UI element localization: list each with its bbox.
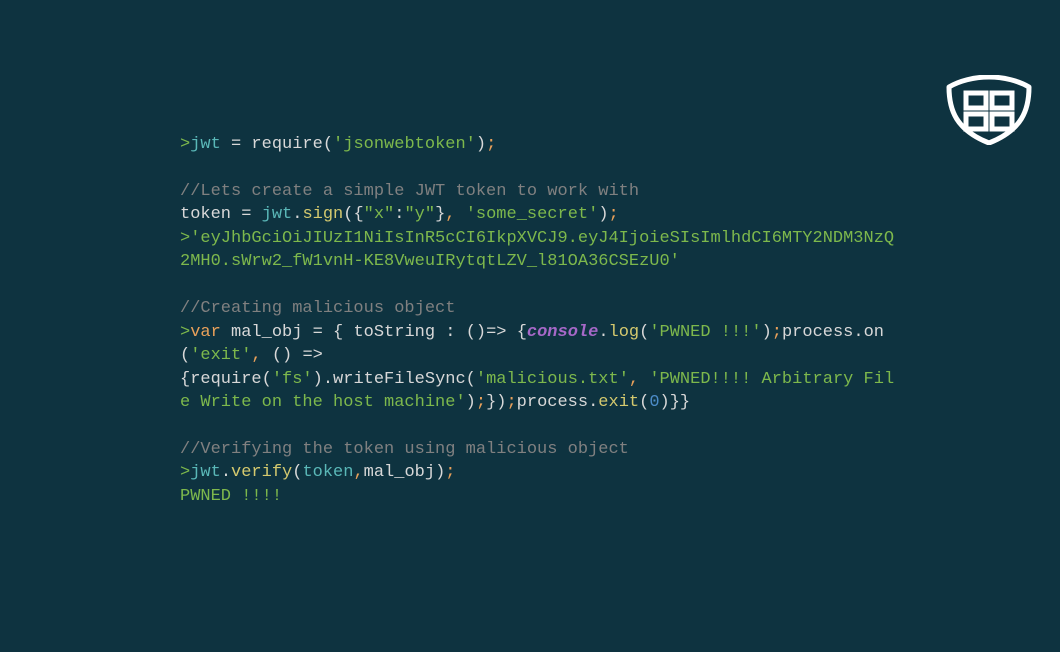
code-line-1: >jwt = require('jsonwebtoken'); xyxy=(180,133,900,156)
comment-line-2: //Creating malicious object xyxy=(180,297,900,320)
code-block: >jwt = require('jsonwebtoken'); //Lets c… xyxy=(180,133,900,508)
output-jwt-token: >'eyJhbGciOiJIUzI1NiIsInR5cCI6IkpXVCJ9.e… xyxy=(180,227,900,274)
blank-line xyxy=(180,414,900,437)
comment-line-1: //Lets create a simple JWT token to work… xyxy=(180,180,900,203)
blank-line xyxy=(180,274,900,297)
blank-line xyxy=(180,156,900,179)
token-jwt: jwt xyxy=(190,135,221,154)
code-line-token-assign: token = jwt.sign({"x":"y"}, 'some_secret… xyxy=(180,203,900,226)
code-line-verify: >jwt.verify(token,mal_obj); xyxy=(180,461,900,484)
prompt-symbol: > xyxy=(180,135,190,154)
comment-line-3: //Verifying the token using malicious ob… xyxy=(180,438,900,461)
code-line-mal-obj: >var mal_obj = { toString : ()=> {consol… xyxy=(180,321,900,415)
output-pwned: PWNED !!!! xyxy=(180,485,900,508)
shield-logo xyxy=(944,75,1034,145)
